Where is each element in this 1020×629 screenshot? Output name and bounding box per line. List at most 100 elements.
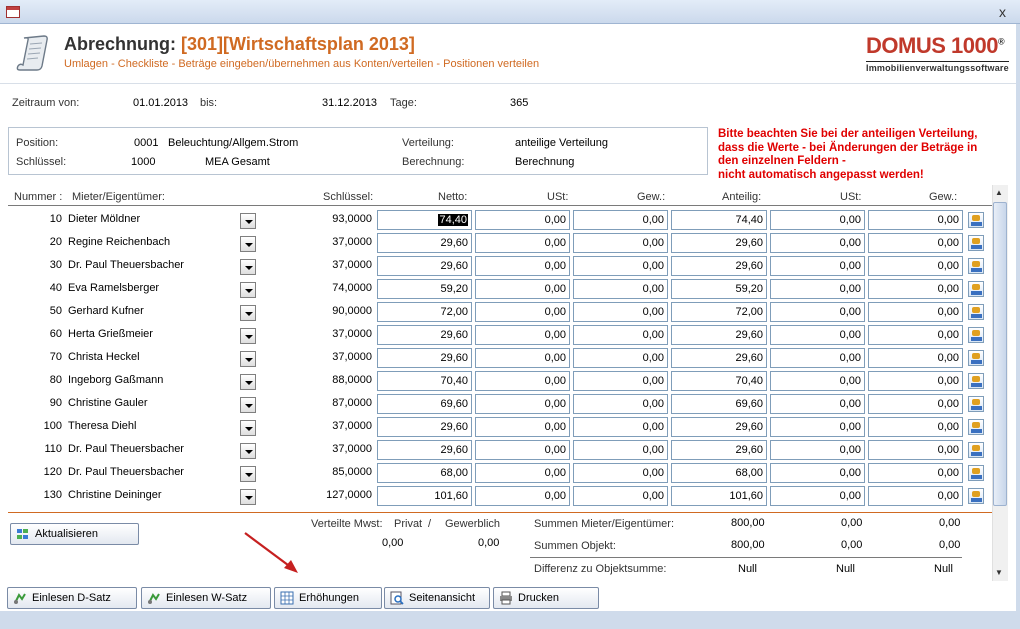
row-ust-input[interactable]: 0,00	[475, 463, 570, 483]
row-gew2-input[interactable]: 0,00	[868, 417, 963, 437]
row-netto-input[interactable]: 29,60	[377, 348, 472, 368]
row-gew-input[interactable]: 0,00	[573, 486, 668, 506]
import-d-record-button[interactable]: Einlesen D-Satz	[7, 587, 137, 609]
row-ust-input[interactable]: 0,00	[475, 348, 570, 368]
row-gew-input[interactable]: 0,00	[573, 233, 668, 253]
row-ust2-input[interactable]: 0,00	[770, 325, 865, 345]
increases-button[interactable]: Erhöhungen	[274, 587, 382, 609]
import-w-record-button[interactable]: Einlesen W-Satz	[141, 587, 271, 609]
tenant-dropdown-icon[interactable]	[240, 489, 256, 505]
row-gew-input[interactable]: 0,00	[573, 302, 668, 322]
row-ant-input[interactable]: 69,60	[671, 394, 767, 414]
row-ust2-input[interactable]: 0,00	[770, 371, 865, 391]
tenant-dropdown-icon[interactable]	[240, 443, 256, 459]
row-gew-input[interactable]: 0,00	[573, 348, 668, 368]
row-user-icon[interactable]	[968, 442, 984, 458]
row-ust-input[interactable]: 0,00	[475, 440, 570, 460]
row-ust-input[interactable]: 0,00	[475, 417, 570, 437]
tenant-dropdown-icon[interactable]	[240, 259, 256, 275]
row-netto-input[interactable]: 29,60	[377, 417, 472, 437]
row-ust-input[interactable]: 0,00	[475, 371, 570, 391]
row-ant-input[interactable]: 68,00	[671, 463, 767, 483]
row-ust2-input[interactable]: 0,00	[770, 279, 865, 299]
row-gew2-input[interactable]: 0,00	[868, 233, 963, 253]
row-user-icon[interactable]	[968, 465, 984, 481]
tenant-dropdown-icon[interactable]	[240, 420, 256, 436]
row-netto-input[interactable]: 69,60	[377, 394, 472, 414]
row-ust2-input[interactable]: 0,00	[770, 463, 865, 483]
row-netto-input[interactable]: 29,60	[377, 233, 472, 253]
print-button[interactable]: Drucken	[493, 587, 599, 609]
row-gew-input[interactable]: 0,00	[573, 279, 668, 299]
row-gew2-input[interactable]: 0,00	[868, 256, 963, 276]
row-user-icon[interactable]	[968, 281, 984, 297]
row-ust-input[interactable]: 0,00	[475, 394, 570, 414]
row-ant-input[interactable]: 29,60	[671, 233, 767, 253]
row-netto-input[interactable]: 72,00	[377, 302, 472, 322]
row-gew2-input[interactable]: 0,00	[868, 440, 963, 460]
row-ant-input[interactable]: 29,60	[671, 417, 767, 437]
row-ust2-input[interactable]: 0,00	[770, 417, 865, 437]
row-netto-input[interactable]: 68,00	[377, 463, 472, 483]
row-ant-input[interactable]: 29,60	[671, 325, 767, 345]
tenant-dropdown-icon[interactable]	[240, 466, 256, 482]
row-netto-input[interactable]: 59,20	[377, 279, 472, 299]
scroll-up-icon[interactable]: ▲	[995, 188, 1003, 197]
tenant-dropdown-icon[interactable]	[240, 351, 256, 367]
row-ust-input[interactable]: 0,00	[475, 210, 570, 230]
row-ust2-input[interactable]: 0,00	[770, 348, 865, 368]
row-ust2-input[interactable]: 0,00	[770, 210, 865, 230]
row-ust-input[interactable]: 0,00	[475, 302, 570, 322]
row-user-icon[interactable]	[968, 419, 984, 435]
row-user-icon[interactable]	[968, 396, 984, 412]
row-gew2-input[interactable]: 0,00	[868, 210, 963, 230]
row-ant-input[interactable]: 74,40	[671, 210, 767, 230]
tenant-dropdown-icon[interactable]	[240, 397, 256, 413]
row-gew-input[interactable]: 0,00	[573, 325, 668, 345]
row-gew-input[interactable]: 0,00	[573, 371, 668, 391]
tenant-dropdown-icon[interactable]	[240, 236, 256, 252]
tenant-dropdown-icon[interactable]	[240, 213, 256, 229]
row-gew2-input[interactable]: 0,00	[868, 371, 963, 391]
row-gew2-input[interactable]: 0,00	[868, 348, 963, 368]
row-netto-input[interactable]: 101,60	[377, 486, 472, 506]
row-ust2-input[interactable]: 0,00	[770, 256, 865, 276]
row-gew-input[interactable]: 0,00	[573, 256, 668, 276]
row-netto-input[interactable]: 29,60	[377, 256, 472, 276]
row-gew2-input[interactable]: 0,00	[868, 486, 963, 506]
tenant-dropdown-icon[interactable]	[240, 282, 256, 298]
refresh-button[interactable]: Aktualisieren	[10, 523, 139, 545]
row-ust-input[interactable]: 0,00	[475, 233, 570, 253]
row-user-icon[interactable]	[968, 258, 984, 274]
row-ant-input[interactable]: 29,60	[671, 440, 767, 460]
row-netto-input[interactable]: 29,60	[377, 325, 472, 345]
row-gew2-input[interactable]: 0,00	[868, 463, 963, 483]
row-ant-input[interactable]: 59,20	[671, 279, 767, 299]
tenant-dropdown-icon[interactable]	[240, 328, 256, 344]
row-ant-input[interactable]: 70,40	[671, 371, 767, 391]
row-netto-input[interactable]: 29,60	[377, 440, 472, 460]
row-gew-input[interactable]: 0,00	[573, 440, 668, 460]
tenant-dropdown-icon[interactable]	[240, 374, 256, 390]
row-user-icon[interactable]	[968, 373, 984, 389]
row-user-icon[interactable]	[968, 235, 984, 251]
scrollbar-thumb[interactable]	[993, 202, 1007, 506]
row-ust-input[interactable]: 0,00	[475, 256, 570, 276]
tenant-dropdown-icon[interactable]	[240, 305, 256, 321]
row-ust2-input[interactable]: 0,00	[770, 394, 865, 414]
row-user-icon[interactable]	[968, 327, 984, 343]
row-ust-input[interactable]: 0,00	[475, 486, 570, 506]
row-user-icon[interactable]	[968, 212, 984, 228]
row-gew-input[interactable]: 0,00	[573, 210, 668, 230]
row-gew-input[interactable]: 0,00	[573, 417, 668, 437]
row-netto-input[interactable]: 70,40	[377, 371, 472, 391]
row-ust2-input[interactable]: 0,00	[770, 486, 865, 506]
row-gew2-input[interactable]: 0,00	[868, 279, 963, 299]
row-gew2-input[interactable]: 0,00	[868, 302, 963, 322]
page-view-button[interactable]: Seitenansicht	[384, 587, 490, 609]
row-ust2-input[interactable]: 0,00	[770, 440, 865, 460]
row-user-icon[interactable]	[968, 304, 984, 320]
row-ant-input[interactable]: 72,00	[671, 302, 767, 322]
row-ust-input[interactable]: 0,00	[475, 325, 570, 345]
row-gew-input[interactable]: 0,00	[573, 463, 668, 483]
